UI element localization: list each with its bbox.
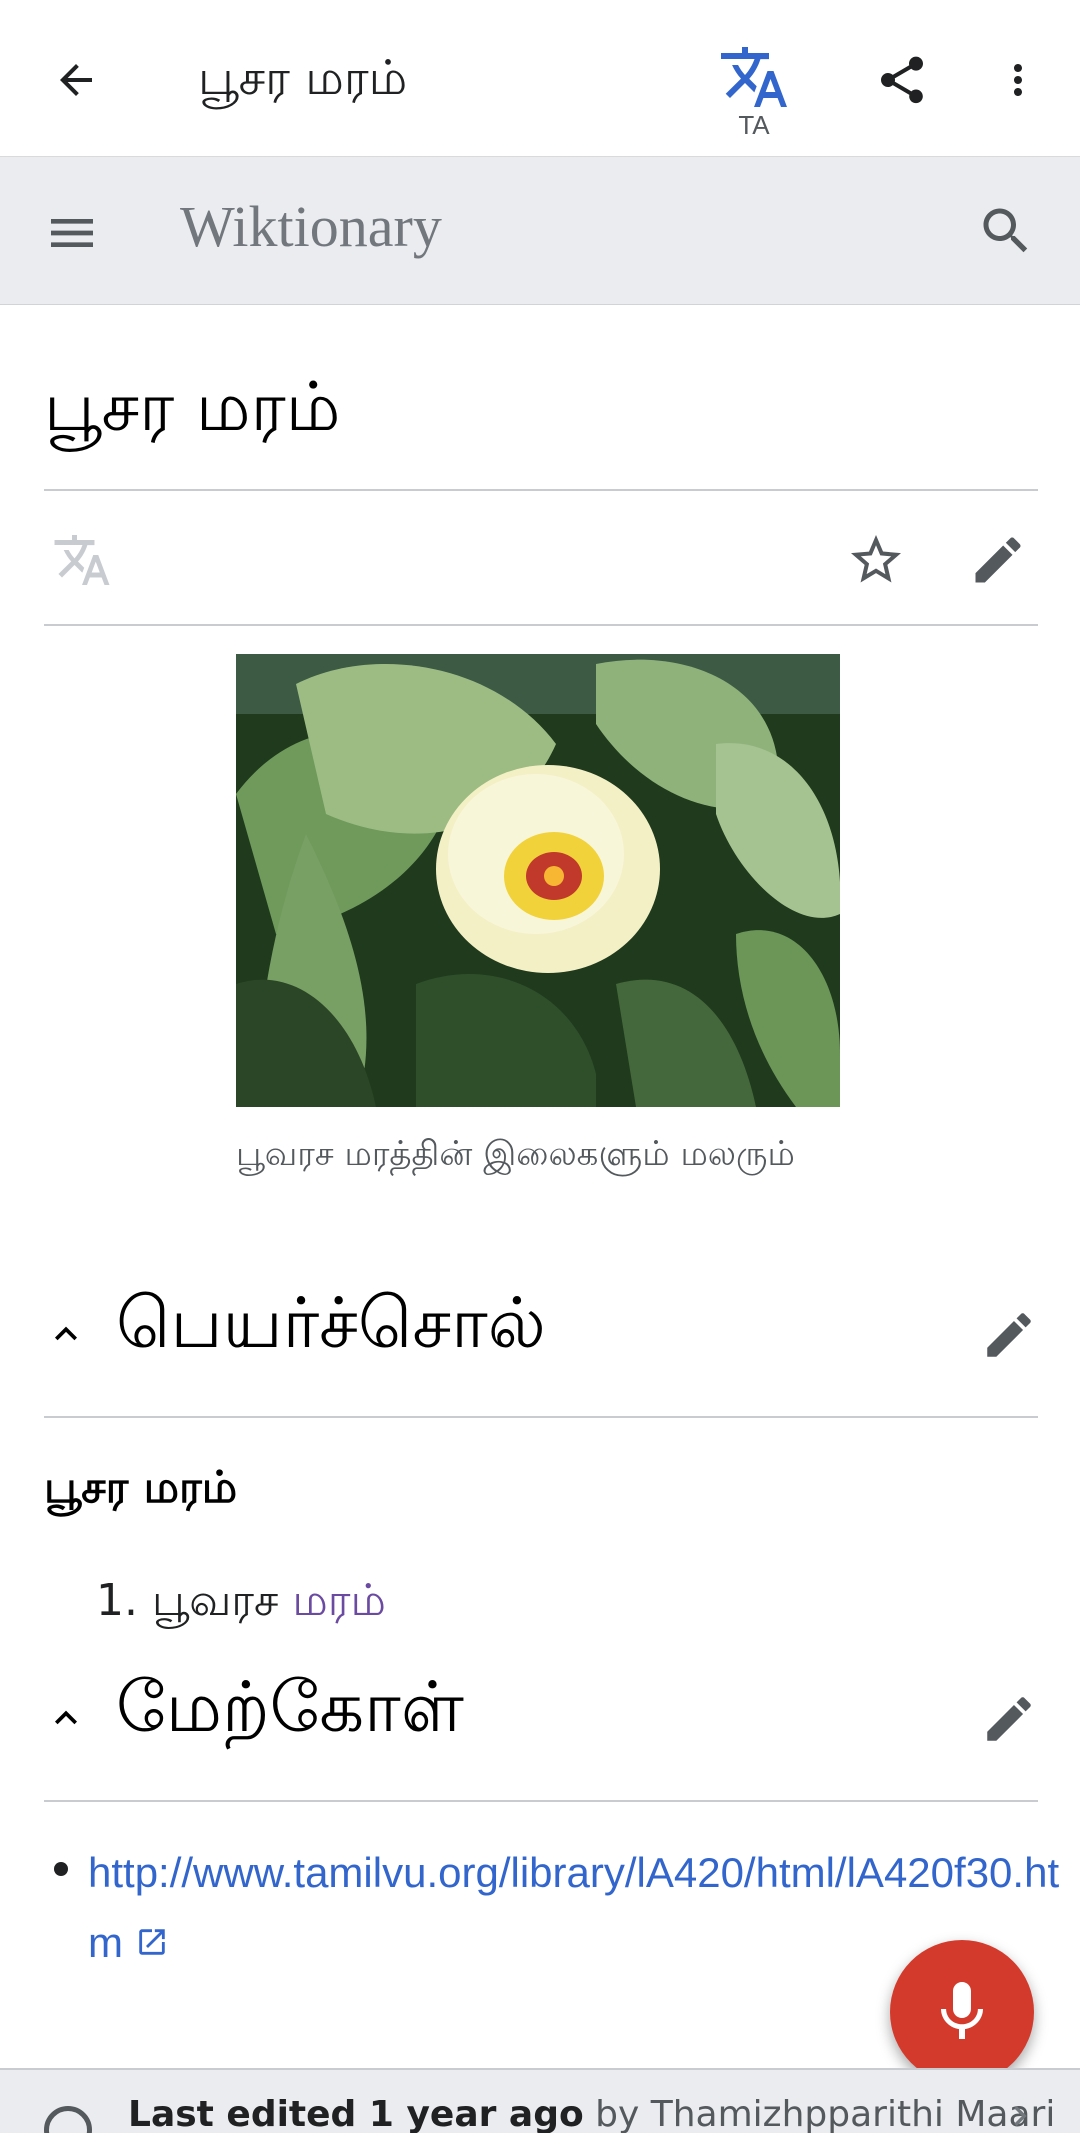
language-icon: [54, 535, 110, 585]
app-bar-title: பூசர மரம்: [198, 50, 408, 106]
translate-icon: [721, 47, 787, 107]
language-switch-button[interactable]: TA: [714, 44, 794, 144]
last-edited-label: Last edited 1 year ago: [128, 2094, 584, 2133]
chevron-up-icon: [55, 1710, 77, 1725]
language-button[interactable]: [52, 530, 112, 590]
last-edited-text: Last edited 1 year ago by Thamizhpparith…: [128, 2094, 1055, 2133]
star-outline-icon: [851, 535, 901, 583]
section-divider: [44, 1416, 1038, 1418]
edit-page-button[interactable]: [968, 530, 1028, 590]
definition-link[interactable]: மரம்: [292, 1575, 386, 1626]
search-button[interactable]: [974, 199, 1038, 263]
chevron-up-icon: [55, 1326, 77, 1341]
section-heading: பெயர்ச்சொல்: [116, 1282, 546, 1364]
search-icon: [983, 208, 1028, 253]
section-header-references[interactable]: மேற்கோள்: [44, 1666, 1038, 1786]
hibiscus-photo: [236, 654, 840, 1107]
share-icon: [881, 56, 923, 104]
flower-image[interactable]: [236, 654, 840, 1107]
site-wordmark[interactable]: Wiktionary: [180, 193, 442, 260]
reference-url[interactable]: http://www.tamilvu.org/library/lA420/htm…: [88, 1849, 1059, 1966]
section-heading: மேற்கோள்: [116, 1666, 464, 1748]
hamburger-menu-icon: [51, 219, 93, 247]
pencil-icon[interactable]: [980, 1690, 1038, 1748]
image-caption: பூவரச மரத்தின் இலைகளும் மலரும்: [236, 1134, 795, 1174]
app-bar: பூசர மரம் TA: [0, 0, 1080, 157]
microphone-icon: [941, 1982, 983, 2039]
site-header: Wiktionary: [0, 157, 1080, 305]
section-header-noun[interactable]: பெயர்ச்சொல்: [44, 1282, 1038, 1402]
definition-item: 1. பூவரச மரம்: [96, 1575, 386, 1632]
actions-divider: [44, 624, 1038, 626]
arrow-left-icon: [60, 64, 92, 96]
definition-text: பூவரச: [151, 1575, 293, 1626]
back-button[interactable]: [44, 48, 108, 112]
more-options-button[interactable]: [990, 48, 1046, 112]
clock-icon: [44, 2106, 92, 2133]
headword: பூசர மரம்: [44, 1462, 238, 1513]
main-menu-button[interactable]: [40, 201, 104, 265]
share-button[interactable]: [870, 48, 934, 112]
definition-number: 1.: [96, 1575, 138, 1626]
voice-search-button[interactable]: [890, 1940, 1034, 2084]
section-divider: [44, 1800, 1038, 1802]
watch-star-button[interactable]: [846, 530, 906, 590]
chevron-right-icon: [1014, 2106, 1027, 2126]
title-divider: [44, 489, 1038, 491]
more-vert-icon: [1014, 64, 1022, 96]
external-link-icon: [138, 1929, 165, 1955]
pencil-icon[interactable]: [980, 1306, 1038, 1364]
last-edited-author: by Thamizhpparithi Maari: [583, 2094, 1056, 2133]
list-bullet: [54, 1862, 68, 1876]
last-edited-bar[interactable]: Last edited 1 year ago by Thamizhpparith…: [0, 2068, 1080, 2133]
pencil-icon: [975, 537, 1021, 583]
language-code: TA: [738, 110, 770, 140]
page-title: பூசர மரம்: [44, 368, 341, 447]
